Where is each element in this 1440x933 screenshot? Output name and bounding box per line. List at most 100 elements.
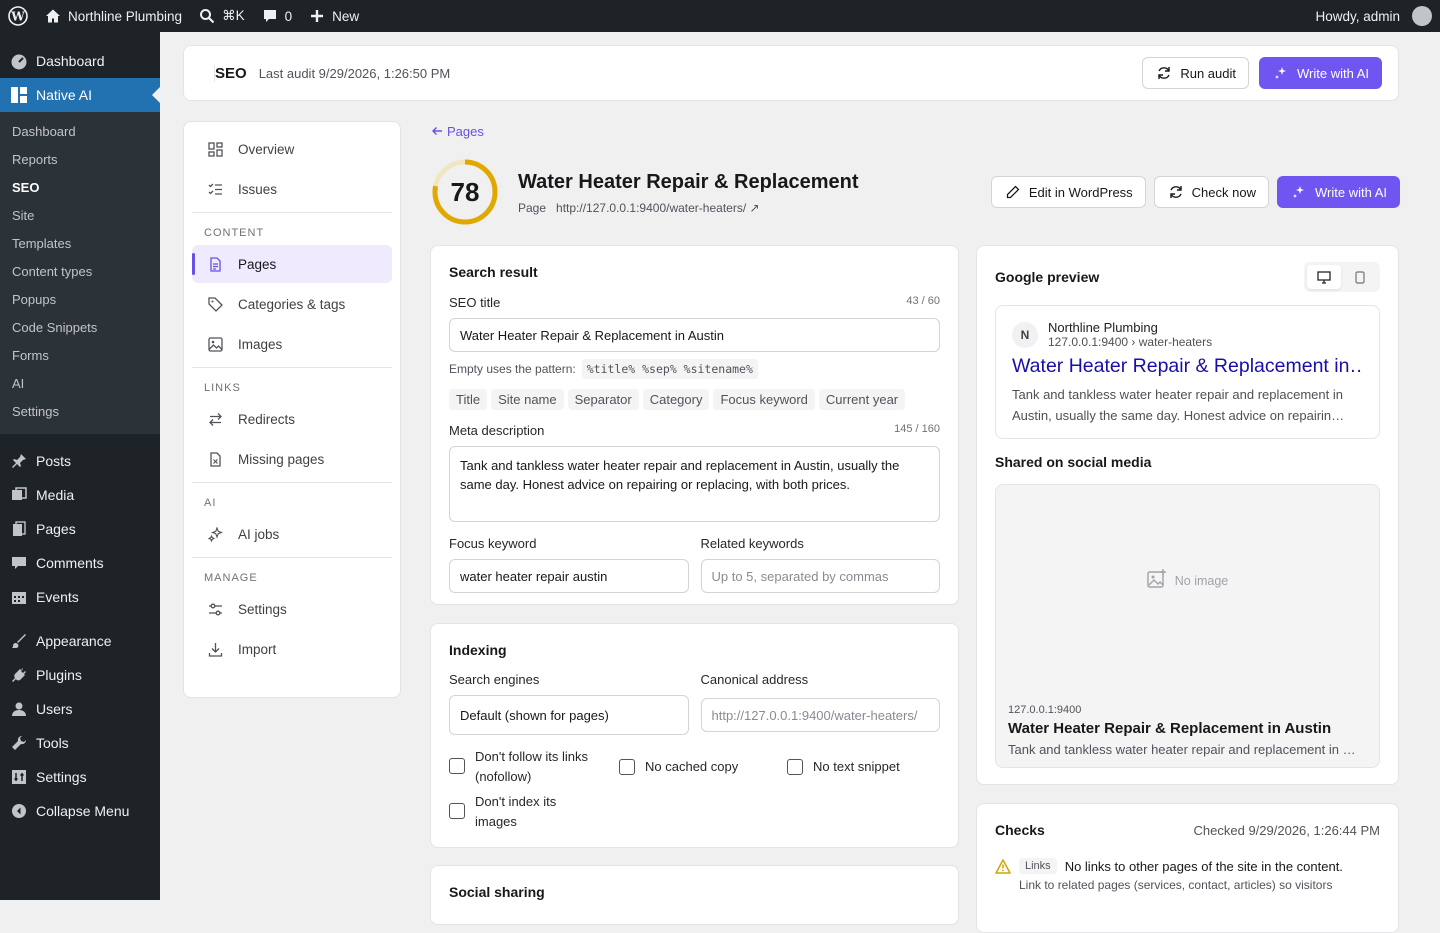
variable-chip[interactable]: Site name — [491, 389, 564, 410]
nav-overview[interactable]: Overview — [192, 130, 392, 168]
seo-title-input[interactable]: Water Heater Repair & Replacement in Aus… — [449, 318, 940, 352]
menu-settings[interactable]: Settings — [0, 760, 160, 794]
menu-tools[interactable]: Tools — [0, 726, 160, 760]
device-toggle — [1304, 262, 1380, 292]
back-to-pages-link[interactable]: Pages — [431, 122, 484, 140]
nav-missing-pages[interactable]: Missing pages — [192, 440, 392, 478]
variable-chip[interactable]: Current year — [818, 389, 906, 410]
sparkle-icon — [1290, 183, 1308, 201]
nav-import[interactable]: Import — [192, 630, 392, 668]
noimageindex-checkbox[interactable] — [449, 803, 465, 819]
canonical-label: Canonical address — [700, 672, 809, 687]
account-menu[interactable]: Howdy, admin — [1307, 0, 1440, 32]
variable-chip[interactable]: Focus keyword — [713, 389, 815, 410]
menu-media[interactable]: Media — [0, 478, 160, 512]
main-area: SEO Last audit 9/29/2026, 1:26:50 PM Run… — [160, 32, 1440, 933]
check-now-button[interactable]: Check now — [1153, 176, 1269, 208]
menu-pages[interactable]: Pages — [0, 512, 160, 546]
search-engines-select[interactable]: Default (shown for pages) — [449, 695, 689, 735]
submenu-item[interactable]: Reports — [0, 146, 160, 174]
write-with-ai-page-button[interactable]: Write with AI — [1276, 176, 1400, 208]
meta-description-textarea[interactable]: Tank and tankless water heater repair an… — [449, 446, 940, 522]
focus-keyword-input[interactable]: water heater repair austin — [449, 559, 689, 593]
menu-comments[interactable]: Comments — [0, 546, 160, 580]
canonical-input[interactable]: http://127.0.0.1:9400/water-heaters/ — [700, 698, 940, 732]
grid-icon — [10, 86, 28, 104]
submenu-item[interactable]: Forms — [0, 342, 160, 370]
page-url-link[interactable]: http://127.0.0.1:9400/water-heaters/ ↗ — [556, 201, 760, 215]
run-audit-button[interactable]: Run audit — [1142, 57, 1249, 89]
submenu-item[interactable]: AI — [0, 370, 160, 398]
google-result-preview: N Northline Plumbing 127.0.0.1:9400 › wa… — [995, 305, 1380, 439]
search-result-card: Search result SEO title 43 / 60 Water He… — [430, 245, 959, 605]
variable-chip[interactable]: Title — [449, 389, 488, 410]
menu-posts[interactable]: Posts — [0, 444, 160, 478]
variable-chip[interactable]: Separator — [567, 389, 639, 410]
meta-description-label: Meta description — [449, 423, 545, 438]
noimageindex-option[interactable]: Don't index its images — [449, 792, 940, 832]
run-audit-label: Run audit — [1180, 65, 1236, 81]
comment-icon — [261, 7, 279, 25]
image-plus-icon — [1147, 569, 1167, 592]
variable-chip[interactable]: Category — [642, 389, 710, 410]
edit-in-wordpress-button[interactable]: Edit in WordPress — [990, 176, 1146, 208]
comments-link[interactable]: 0 — [253, 0, 301, 32]
google-result-title[interactable]: Water Heater Repair & Replacement in… — [1012, 355, 1363, 378]
submenu-item[interactable]: Site — [0, 202, 160, 230]
menu-users[interactable]: Users — [0, 692, 160, 726]
menu-plugins[interactable]: Plugins — [0, 658, 160, 692]
search-shortcut[interactable]: ⌘K — [190, 0, 253, 32]
new-label: New — [332, 8, 360, 24]
menu-dashboard[interactable]: Dashboard — [0, 44, 160, 78]
nav-pages[interactable]: Pages — [192, 245, 392, 283]
desktop-icon[interactable] — [1307, 265, 1341, 289]
nocache-label: No cached copy — [645, 759, 739, 774]
social-title: Water Heater Repair & Replacement in Aus… — [1008, 720, 1332, 737]
site-name-link[interactable]: Northline Plumbing — [36, 0, 190, 32]
nofollow-checkbox[interactable] — [449, 758, 465, 774]
nav-redirects[interactable]: Redirects — [192, 400, 392, 438]
google-site-name: Northline Plumbing — [1048, 320, 1158, 335]
submenu-item[interactable]: Content types — [0, 258, 160, 286]
page-meta: Page http://127.0.0.1:9400/water-heaters… — [518, 201, 760, 215]
menu-appearance[interactable]: Appearance — [0, 624, 160, 658]
nav-issues[interactable]: Issues — [192, 170, 392, 208]
site-name: Northline Plumbing — [68, 8, 183, 24]
svg-text:W: W — [10, 10, 25, 24]
checked-timestamp: Checked 9/29/2026, 1:26:44 PM — [1193, 822, 1380, 838]
sparkle-icon — [206, 525, 224, 543]
avatar — [1412, 6, 1432, 26]
refresh-icon — [1167, 183, 1185, 201]
related-keywords-input[interactable]: Up to 5, separated by commas — [700, 559, 940, 593]
submenu-item[interactable]: Templates — [0, 230, 160, 258]
nav-label: Import — [238, 641, 277, 657]
write-with-ai-button[interactable]: Write with AI — [1258, 57, 1382, 89]
admin-bar: W Northline Plumbing ⌘K 0 New Howdy, adm… — [0, 0, 1440, 32]
nocache-option[interactable]: No cached copy — [619, 747, 787, 787]
nosnippet-option[interactable]: No text snippet — [787, 747, 900, 787]
nosnippet-checkbox[interactable] — [787, 759, 803, 775]
menu-native-ai[interactable]: Native AI — [0, 78, 160, 112]
nav-images[interactable]: Images — [192, 325, 392, 363]
google-result-description: Tank and tankless water heater repair an… — [1012, 387, 1345, 423]
submenu-item[interactable]: Popups — [0, 286, 160, 314]
nav-categories[interactable]: Categories & tags — [192, 285, 392, 323]
nocache-checkbox[interactable] — [619, 759, 635, 775]
warning-icon — [995, 859, 1011, 892]
submenu-item[interactable]: Settings — [0, 398, 160, 426]
submenu-item[interactable]: Code Snippets — [0, 314, 160, 342]
nav-ai-jobs[interactable]: AI jobs — [192, 515, 392, 553]
new-content-link[interactable]: New — [300, 0, 367, 32]
mobile-icon[interactable] — [1343, 265, 1377, 289]
nosnippet-label: No text snippet — [813, 759, 900, 774]
menu-collapse[interactable]: Collapse Menu — [0, 794, 160, 828]
nofollow-option[interactable]: Don't follow its links (nofollow) — [449, 747, 619, 787]
wordpress-logo-icon[interactable]: W — [0, 0, 36, 32]
submenu-item[interactable]: Dashboard — [0, 118, 160, 146]
checks-card: Checks Checked 9/29/2026, 1:26:44 PM Lin… — [976, 803, 1399, 933]
submenu-item-current[interactable]: SEO — [0, 174, 160, 202]
comment-icon — [10, 554, 28, 572]
edit-label: Edit in WordPress — [1028, 184, 1133, 200]
menu-events[interactable]: Events — [0, 580, 160, 614]
nav-settings[interactable]: Settings — [192, 590, 392, 628]
